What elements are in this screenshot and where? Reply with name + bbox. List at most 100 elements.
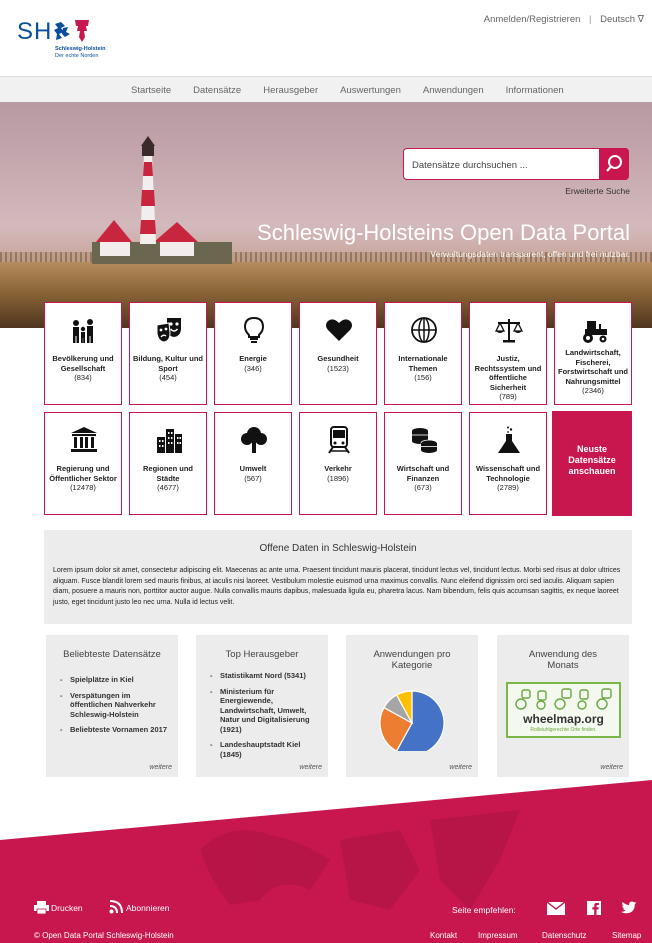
category-count: (156): [414, 373, 432, 382]
intro-text: Lorem ipsum dolor sit amet, consectetur …: [53, 567, 621, 606]
category-tile-wirtschaft[interactable]: Wirtschaft und Finanzen (673): [384, 412, 462, 515]
category-label: Internationale Themen: [398, 354, 448, 373]
logo-wordmark: SH: [17, 18, 53, 45]
nav-item-auswertungen[interactable]: Auswertungen: [340, 85, 401, 96]
category-count: (2346): [582, 386, 604, 395]
category-tile-landwirtschaft[interactable]: Landwirtschaft, Fischerei, Forstwirtscha…: [554, 302, 632, 405]
category-count: (673): [414, 483, 432, 492]
category-tile-energie[interactable]: Energie (346): [214, 302, 292, 405]
more-link[interactable]: weitere: [299, 764, 322, 771]
category-label: Bevölkerung und Gesellschaft: [52, 354, 114, 373]
category-tile-gesundheit[interactable]: Gesundheit (1523): [299, 302, 377, 405]
facebook-icon[interactable]: [587, 901, 601, 915]
rss-icon: [109, 900, 123, 914]
category-tile-verkehr[interactable]: Verkehr (1896): [299, 412, 377, 515]
category-label: Wirtschaft und Finanzen: [396, 464, 450, 483]
category-label: Landwirtschaft, Fischerei, Forstwirtscha…: [557, 348, 628, 386]
apps-per-category-card: Anwendungen pro Kategorie weitere: [346, 635, 478, 777]
contact-link[interactable]: Kontakt: [430, 931, 457, 940]
publisher-link[interactable]: Landeshauptstadt Kiel (1845): [210, 740, 320, 759]
newest-datasets-button[interactable]: Neuste Datensätze anschauen: [552, 411, 632, 516]
app-tagline: Rollstuhlgerechte Orte finden.: [530, 727, 597, 733]
category-label: Umwelt: [239, 464, 267, 473]
print-label: Drucken: [51, 903, 83, 913]
site-logo[interactable]: SH Schleswig-Holstein Der echte Norden: [17, 14, 147, 66]
main-nav: Startseite Datensätze Herausgeber Auswer…: [0, 76, 652, 102]
city-icon: [157, 429, 182, 453]
search-button[interactable]: [599, 148, 629, 180]
nav-item-datensaetze[interactable]: Datensätze: [193, 85, 241, 96]
printer-icon: [34, 901, 49, 914]
intro-section: Offene Daten in Schleswig-Holstein Lorem…: [44, 530, 632, 624]
imprint-link[interactable]: Impressum: [478, 931, 518, 940]
nav-item-startseite[interactable]: Startseite: [131, 85, 171, 96]
popular-dataset-link[interactable]: Verspätungen im öffentlichen Nahverkehr …: [60, 691, 170, 720]
category-count: (567): [244, 473, 262, 483]
category-tile-regierung[interactable]: Regierung und Öffentlicher Sektor (12478): [44, 412, 122, 515]
publisher-link[interactable]: Ministerium für Energiewende, Landwirtsc…: [210, 687, 320, 735]
twitter-icon[interactable]: [620, 901, 637, 915]
category-count: (834): [74, 373, 92, 382]
category-tile-regionen[interactable]: Regionen und Städte (4677): [129, 412, 207, 515]
coins-icon: [412, 428, 438, 453]
lighthouse-image: [92, 136, 232, 264]
footer-background: [0, 780, 652, 943]
wheelchair-figures-icon: [515, 688, 612, 710]
category-count: (346): [244, 363, 262, 373]
page-title: Schleswig-Holsteins Open Data Portal: [257, 220, 630, 245]
logo-line-state: Schleswig-Holstein: [55, 46, 106, 52]
advanced-search-link[interactable]: Erweiterte Suche: [565, 186, 630, 196]
newest-datasets-label: Neuste Datensätze anschauen: [568, 444, 616, 476]
people-icon: [73, 319, 93, 343]
app-of-month-card: Anwendung des Monats wheelmap.org Rollst…: [497, 635, 629, 777]
category-tile-umwelt[interactable]: Umwelt (567): [214, 412, 292, 515]
dataset-search[interactable]: Datensätze durchsuchen ...: [403, 148, 629, 180]
print-button[interactable]: Drucken: [34, 901, 83, 914]
privacy-link[interactable]: Datenschutz: [542, 931, 586, 940]
lightbulb-icon: [243, 316, 265, 343]
page-subtitle: Verwaltungsdaten transparent, offen und …: [430, 249, 630, 259]
app-name: wheelmap.org: [523, 712, 604, 726]
nav-item-anwendungen[interactable]: Anwendungen: [423, 85, 484, 96]
category-label: Wissenschaft und Technologie: [475, 464, 541, 483]
email-share-icon[interactable]: [547, 902, 565, 915]
sitemap-link[interactable]: Sitemap: [612, 931, 641, 940]
category-count: (789): [499, 392, 517, 401]
category-count: (12478): [70, 483, 96, 492]
category-tile-international[interactable]: Internationale Themen (156): [384, 302, 462, 405]
more-link[interactable]: weitere: [449, 764, 472, 771]
category-tile-bildung[interactable]: Bildung, Kultur und Sport (454): [129, 302, 207, 405]
category-count: (1896): [327, 473, 349, 483]
category-label: Verkehr: [324, 464, 352, 473]
copyright: © Open Data Portal Schleswig-Holstein: [34, 931, 174, 940]
login-link[interactable]: Anmelden/Registrieren: [484, 14, 581, 25]
category-label: Regierung und Öffentlicher Sektor: [49, 464, 117, 483]
card-title: Beliebteste Datensätze: [63, 649, 161, 660]
category-label: Bildung, Kultur und Sport: [133, 354, 203, 373]
nav-item-informationen[interactable]: Informationen: [506, 85, 564, 96]
scales-icon: [494, 319, 524, 343]
wheelmap-banner[interactable]: wheelmap.org Rollstuhlgerechte Orte find…: [506, 682, 621, 738]
hero-banner: Datensätze durchsuchen ... Erweiterte Su…: [0, 102, 652, 328]
popular-dataset-link[interactable]: Spielplätze in Kiel: [60, 675, 170, 685]
category-tile-justiz[interactable]: Justiz, Rechtssystem und öffentliche Sic…: [469, 302, 547, 405]
category-tile-bevoelkerung[interactable]: Bevölkerung und Gesellschaft (834): [44, 302, 122, 405]
search-icon: [606, 155, 622, 172]
category-tile-wissenschaft[interactable]: Wissenschaft und Technologie (2789): [469, 412, 547, 515]
search-input[interactable]: Datensätze durchsuchen ...: [412, 160, 528, 171]
crest-icon: [54, 20, 89, 42]
subscribe-button[interactable]: Abonnieren: [109, 900, 169, 914]
category-label: Gesundheit: [317, 354, 359, 363]
category-label: Justiz, Rechtssystem und öffentliche Sic…: [474, 354, 542, 392]
popular-dataset-link[interactable]: Beliebteste Vornamen 2017: [60, 725, 170, 735]
nav-item-herausgeber[interactable]: Herausgeber: [263, 85, 318, 96]
theater-masks-icon: [156, 318, 181, 343]
category-count: (1523): [327, 363, 349, 373]
globe-icon: [411, 317, 437, 343]
publisher-link[interactable]: Statistikamt Nord (5341): [210, 671, 320, 681]
top-publishers-card: Top Herausgeber Statistikamt Nord (5341)…: [196, 635, 328, 777]
more-link[interactable]: weitere: [600, 764, 623, 771]
more-link[interactable]: weitere: [149, 764, 172, 771]
top-links: Anmelden/Registrieren | Deutsch ∇: [484, 14, 644, 25]
language-select[interactable]: Deutsch ∇: [600, 14, 644, 25]
